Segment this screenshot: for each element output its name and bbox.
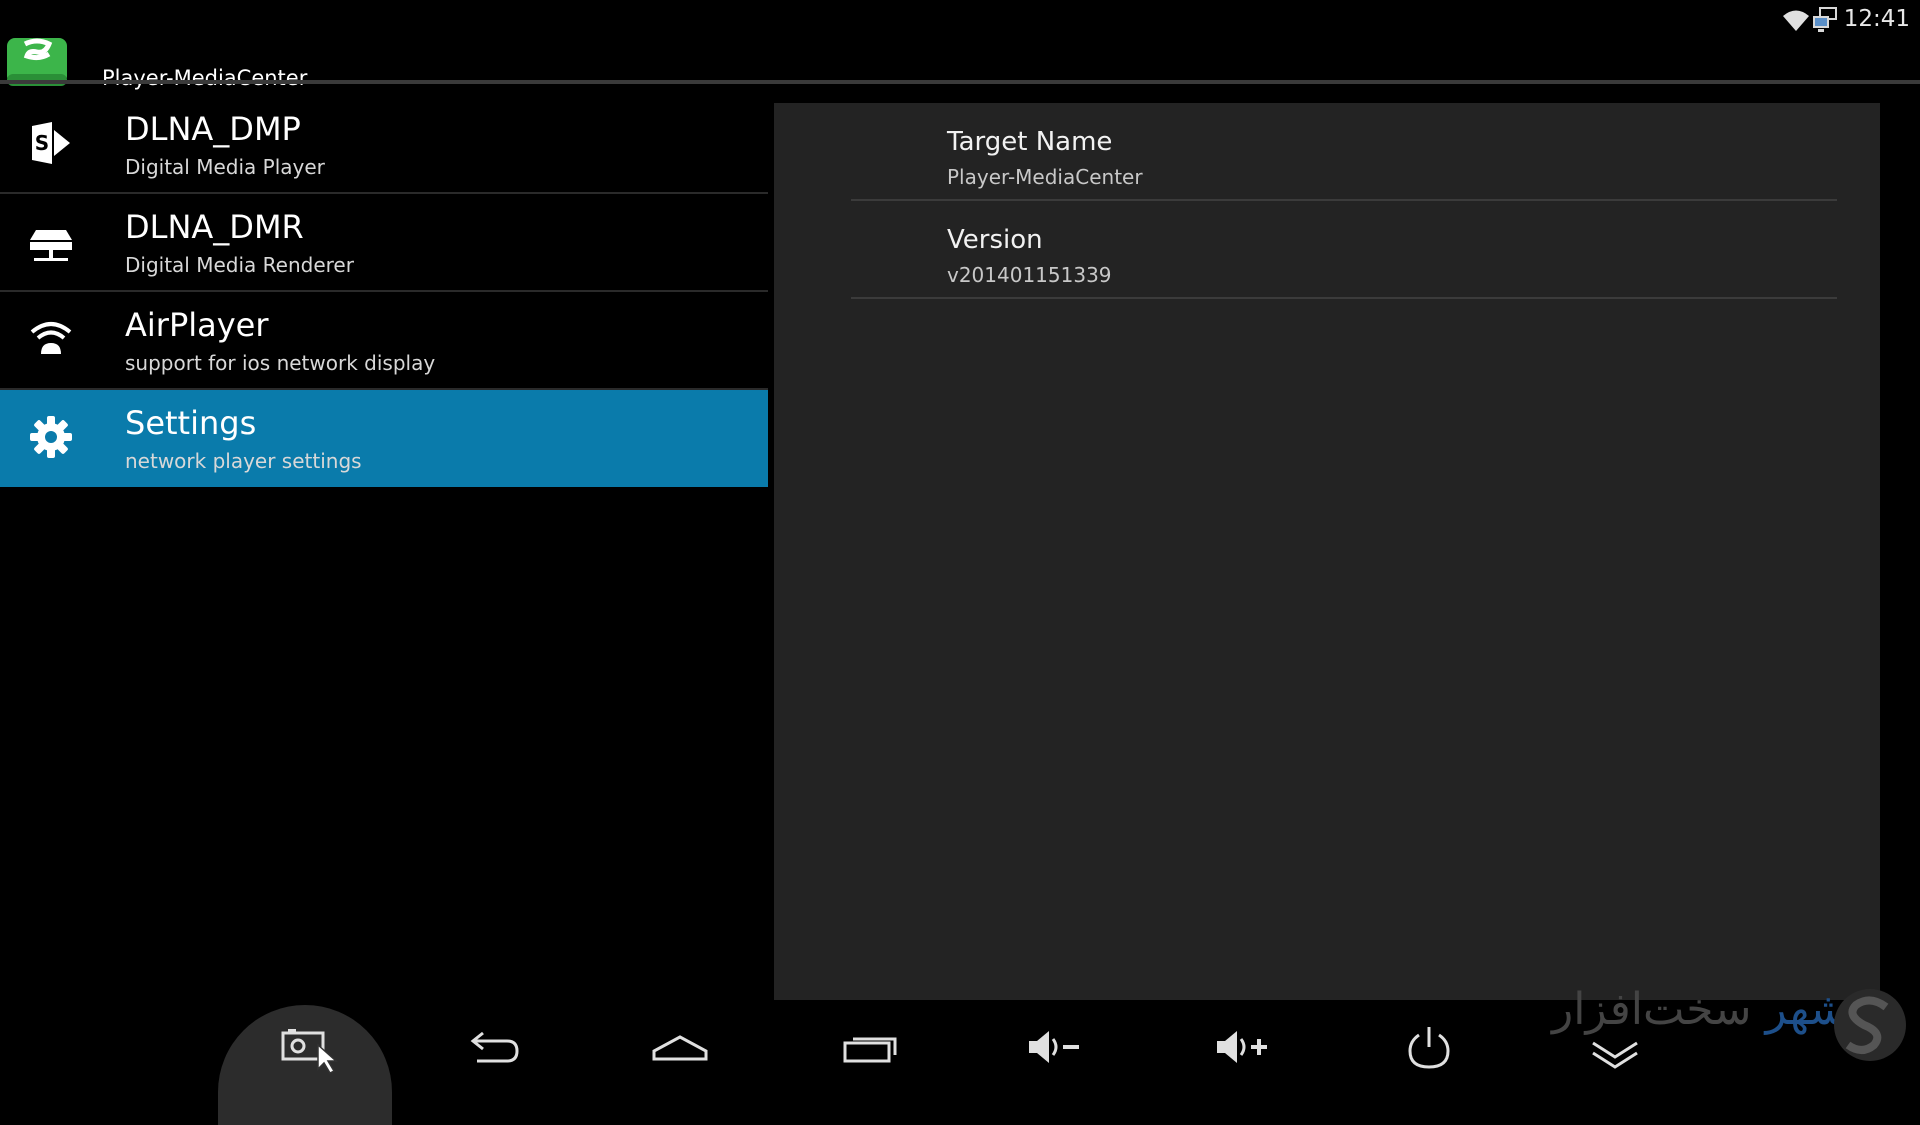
menu-item-subtitle: network player settings [125, 449, 362, 473]
menu-item-title: DLNA_DMR [125, 208, 304, 246]
menu-item-dlna-dmr[interactable]: DLNA_DMR Digital Media Renderer [0, 194, 768, 292]
action-bar-divider [0, 80, 1920, 84]
watermark: شهر سخت‌افزار [1552, 984, 1847, 1035]
share-arrow-icon: S [32, 122, 70, 164]
volume-down-button[interactable] [1020, 1019, 1090, 1075]
gear-icon [30, 416, 72, 458]
detail-row-title: Version [947, 225, 1043, 255]
menu-item-airplayer[interactable]: AirPlayer support for ios network displa… [0, 292, 768, 390]
screenshot-button[interactable] [270, 1019, 340, 1075]
back-button[interactable] [458, 1019, 528, 1075]
volume-up-button[interactable] [1208, 1019, 1278, 1075]
screenshot-icon [281, 1029, 338, 1074]
recent-apps-icon [843, 1037, 897, 1063]
power-icon [1408, 1027, 1450, 1069]
detail-row-target-name[interactable]: Target Name Player-MediaCenter [851, 103, 1837, 201]
menu-item-title: DLNA_DMP [125, 110, 301, 148]
menu-list: S DLNA_DMP Digital Media Player DLNA_DMR… [0, 96, 768, 487]
volume-up-icon [1217, 1031, 1267, 1063]
menu-item-subtitle: Digital Media Player [125, 155, 325, 179]
svg-text:S: S [35, 131, 49, 155]
menu-item-subtitle: support for ios network display [125, 351, 436, 375]
menu-item-settings[interactable]: Settings network player settings [0, 390, 768, 487]
detail-row-value: Player-MediaCenter [947, 165, 1143, 189]
detail-row-version[interactable]: Version v201401151339 [851, 201, 1837, 299]
action-bar: Player-MediaCenter [0, 20, 1920, 90]
menu-item-dlna-dmp[interactable]: S DLNA_DMP Digital Media Player [0, 96, 768, 194]
recent-apps-button[interactable] [834, 1019, 904, 1075]
home-button[interactable] [645, 1019, 715, 1075]
watermark-text-b: سخت‌افزار [1552, 984, 1752, 1035]
back-icon [470, 1031, 519, 1063]
server-icon [30, 230, 72, 261]
watermark-logo-icon [1834, 989, 1906, 1061]
menu-item-subtitle: Digital Media Renderer [125, 253, 354, 277]
home-icon [652, 1035, 708, 1061]
detail-row-title: Target Name [947, 127, 1113, 157]
menu-item-title: Settings [125, 404, 257, 442]
menu-item-title: AirPlayer [125, 306, 269, 344]
wifi-android-icon [30, 322, 72, 354]
detail-row-value: v201401151339 [947, 263, 1112, 287]
app-title: Player-MediaCenter [102, 66, 308, 90]
volume-down-icon [1029, 1031, 1079, 1063]
power-button[interactable] [1394, 1019, 1464, 1075]
settings-detail-panel: Target Name Player-MediaCenter Version v… [774, 103, 1880, 1000]
